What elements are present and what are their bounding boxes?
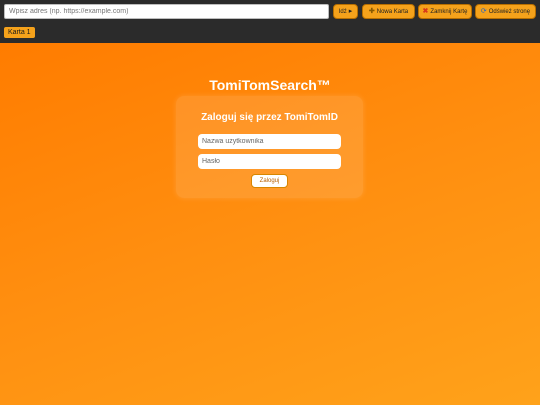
play-arrow-icon: ▸ xyxy=(348,8,353,15)
close-icon: ✖ xyxy=(422,8,429,15)
page-title: TomiTomSearch™ xyxy=(209,77,331,93)
password-input[interactable] xyxy=(198,154,341,169)
close-tab-button[interactable]: ✖ Zamknij Kartę xyxy=(418,4,472,19)
browser-toolbar: Idź ▸ ✚ Nowa Karta ✖ Zamknij Kartę ⟳ Odś… xyxy=(0,0,540,43)
login-heading: Zaloguj się przez TomiTomID xyxy=(201,112,338,123)
go-button[interactable]: Idź ▸ xyxy=(333,4,358,19)
page-content: TomiTomSearch™ Zaloguj się przez TomiTom… xyxy=(0,43,540,405)
new-tab-label: Nowa Karta xyxy=(376,8,409,15)
tab-karta-1[interactable]: Karta 1 xyxy=(4,27,35,38)
refresh-button[interactable]: ⟳ Odśwież stronę xyxy=(475,4,536,19)
plus-icon: ✚ xyxy=(368,8,375,15)
close-tab-label: Zamknij Kartę xyxy=(430,8,468,15)
refresh-label: Odśwież stronę xyxy=(488,8,531,15)
new-tab-button[interactable]: ✚ Nowa Karta xyxy=(362,4,415,19)
login-card: Zaloguj się przez TomiTomID Zaloguj xyxy=(176,96,363,198)
refresh-icon: ⟳ xyxy=(480,8,487,15)
username-input[interactable] xyxy=(198,134,341,149)
go-label: Idź xyxy=(338,8,347,15)
login-button[interactable]: Zaloguj xyxy=(251,174,288,188)
url-input[interactable] xyxy=(4,4,329,19)
